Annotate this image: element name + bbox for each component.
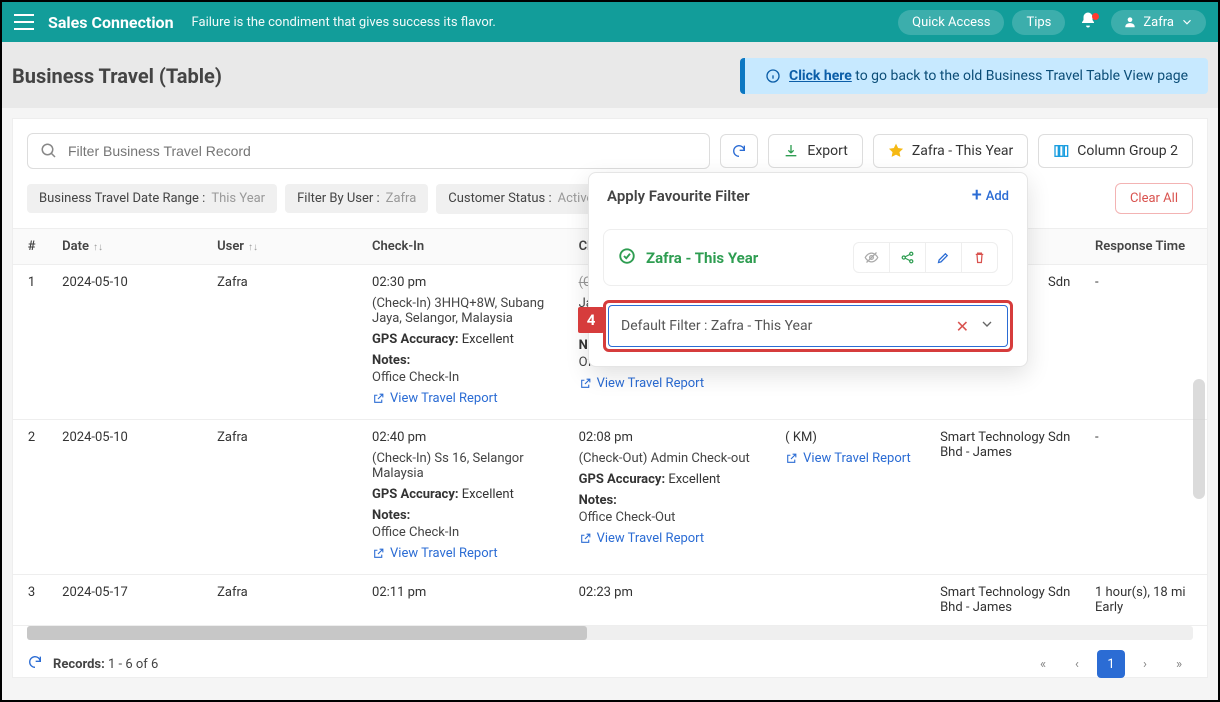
- page-first[interactable]: «: [1029, 650, 1057, 678]
- export-button[interactable]: Export: [768, 134, 862, 168]
- view-travel-report-link[interactable]: View Travel Report: [372, 546, 498, 561]
- pagination: « ‹ 1 › »: [1029, 650, 1193, 678]
- external-link-icon: [372, 547, 385, 560]
- info-icon: [765, 68, 781, 84]
- favourite-filter-button[interactable]: Zafra - This Year: [873, 134, 1028, 168]
- search-icon: [40, 142, 58, 160]
- page-next[interactable]: ›: [1131, 650, 1159, 678]
- user-menu[interactable]: Zafra: [1111, 10, 1206, 35]
- notice-banner: Click here to go back to the old Busines…: [740, 58, 1208, 94]
- notice-text: to go back to the old Business Travel Ta…: [852, 68, 1188, 84]
- add-favourite-button[interactable]: + Add: [972, 189, 1009, 204]
- col-response[interactable]: Response Time: [1083, 229, 1207, 265]
- records-range: 1 - 6 of 6: [108, 657, 158, 672]
- col-checkin[interactable]: Check-In: [360, 229, 567, 265]
- quick-access-button[interactable]: Quick Access: [898, 10, 1004, 35]
- scrollbar-thumb[interactable]: [27, 626, 587, 640]
- col-date[interactable]: Date↑↓: [50, 229, 205, 265]
- col-user[interactable]: User↑↓: [205, 229, 360, 265]
- chip-date-range[interactable]: Business Travel Date Range : This Year: [27, 184, 277, 213]
- page-current[interactable]: 1: [1097, 650, 1125, 678]
- clear-all-button[interactable]: Clear All: [1115, 183, 1193, 214]
- check-circle-icon: [618, 247, 636, 269]
- search-box[interactable]: [27, 133, 710, 169]
- external-link-icon: [372, 392, 385, 405]
- table-row: 2 2024-05-10 Zafra 02:40 pm (Check-In) S…: [13, 420, 1207, 575]
- notifications-icon[interactable]: [1073, 11, 1103, 33]
- external-link-icon: [579, 532, 592, 545]
- external-link-icon: [579, 377, 592, 390]
- view-travel-report-link[interactable]: View Travel Report: [579, 531, 705, 546]
- chevron-down-icon: [1180, 15, 1194, 29]
- plus-icon: +: [972, 189, 982, 203]
- view-travel-report-link[interactable]: View Travel Report: [579, 376, 705, 391]
- page-last[interactable]: »: [1165, 650, 1193, 678]
- brand-name: Sales Connection: [48, 13, 174, 32]
- table-row: 3 2024-05-17 Zafra 02:11 pm 02:23 pm Sma…: [13, 575, 1207, 626]
- favourite-item[interactable]: Zafra - This Year: [603, 229, 1013, 286]
- visibility-off-icon[interactable]: [854, 243, 889, 272]
- records-label: Records:: [53, 657, 105, 672]
- export-label: Export: [807, 143, 847, 159]
- refresh-icon: [27, 654, 43, 670]
- sort-icon: ↑↓: [93, 242, 103, 253]
- view-travel-report-link[interactable]: View Travel Report: [372, 391, 498, 406]
- notification-badge: [1092, 13, 1099, 20]
- favourite-actions: [853, 242, 998, 273]
- star-icon: [888, 143, 904, 159]
- hamburger-icon[interactable]: [14, 14, 34, 30]
- refresh-button[interactable]: [720, 134, 758, 168]
- vertical-scrollbar[interactable]: [1193, 379, 1205, 499]
- notice-link[interactable]: Click here: [789, 68, 852, 84]
- titlebar: Business Travel (Table) Click here to go…: [2, 42, 1218, 108]
- horizontal-scrollbar[interactable]: [27, 626, 1193, 640]
- default-filter-row: 4 Default Filter : Zafra - This Year ✕: [603, 300, 1013, 352]
- table-footer: Records: 1 - 6 of 6 « ‹ 1 › »: [13, 640, 1207, 688]
- popup-title: Apply Favourite Filter: [607, 187, 750, 205]
- search-input[interactable]: [68, 143, 697, 159]
- download-icon: [783, 143, 799, 159]
- favourite-filter-popup: Apply Favourite Filter + Add Zafra - Thi…: [588, 172, 1028, 367]
- favourite-name: Zafra - This Year: [646, 249, 758, 267]
- external-link-icon: [785, 452, 798, 465]
- sort-icon: ↑↓: [248, 242, 258, 253]
- column-group-label: Column Group 2: [1077, 143, 1178, 159]
- edit-icon[interactable]: [925, 243, 961, 272]
- column-group-button[interactable]: Column Group 2: [1038, 134, 1193, 168]
- tips-button[interactable]: Tips: [1012, 10, 1065, 35]
- view-travel-report-link[interactable]: View Travel Report: [785, 451, 911, 466]
- share-icon[interactable]: [889, 243, 925, 272]
- user-name: Zafra: [1143, 15, 1174, 30]
- chevron-down-icon[interactable]: [979, 316, 995, 336]
- callout-badge: 4: [578, 307, 604, 333]
- clear-default-icon[interactable]: ✕: [956, 317, 969, 336]
- favourite-label: Zafra - This Year: [912, 143, 1013, 159]
- chip-filter-user[interactable]: Filter By User : Zafra: [285, 184, 428, 213]
- columns-icon: [1053, 143, 1069, 159]
- tagline: Failure is the condiment that gives succ…: [192, 15, 496, 30]
- page-title: Business Travel (Table): [12, 64, 222, 88]
- topbar: Sales Connection Failure is the condimen…: [2, 2, 1218, 42]
- refresh-icon: [731, 143, 747, 159]
- col-index[interactable]: #: [13, 229, 50, 265]
- footer-refresh-button[interactable]: [27, 654, 43, 674]
- default-filter-select[interactable]: Default Filter : Zafra - This Year ✕: [608, 305, 1008, 347]
- default-filter-label: Default Filter : Zafra - This Year: [621, 318, 812, 334]
- page-prev[interactable]: ‹: [1063, 650, 1091, 678]
- delete-icon[interactable]: [961, 243, 997, 272]
